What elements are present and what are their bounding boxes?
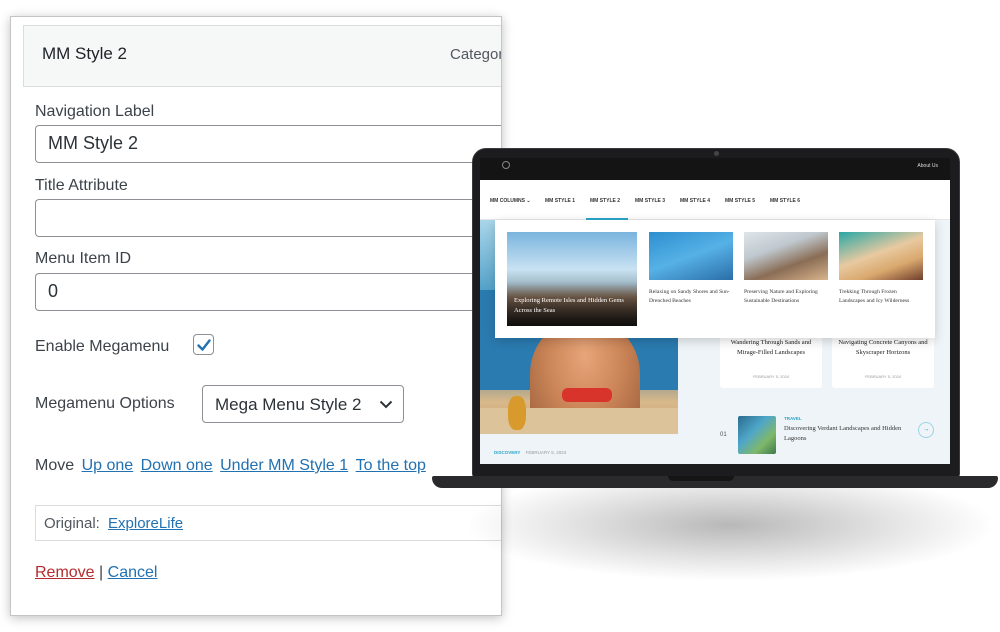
nav-item-mm-style-6[interactable]: MM STYLE 6 (770, 198, 800, 204)
preview-top-bar: About Us (480, 158, 950, 180)
mega-menu-card[interactable]: Trekking Through Frozen Landscapes and I… (839, 232, 923, 306)
navigation-label-input[interactable]: MM Style 2 (35, 125, 501, 163)
hero-pineapple (508, 396, 526, 430)
mega-card-title: Relaxing on Sandy Shores and Sun-Drenche… (649, 289, 730, 305)
featured-post-title: Exploring Remote Isles and Hidden Gems A… (514, 297, 624, 315)
website-preview-screen: About Us MM COLUMNS ⌄ MM STYLE 1 MM STYL… (480, 158, 950, 464)
mega-menu-card[interactable]: Preserving Nature and Exploring Sustaina… (744, 232, 828, 306)
actions-separator: | (99, 564, 104, 581)
post-card-date: FEBRUARY 5, 2024 (864, 374, 902, 379)
menu-item-id-input[interactable]: 0 (35, 273, 501, 311)
menu-item-title: MM Style 2 (42, 44, 128, 63)
item-actions: Remove | Cancel (35, 564, 157, 582)
chevron-down-icon (379, 400, 393, 409)
list-item-number: 01 (720, 432, 727, 438)
move-down-one-link[interactable]: Down one (141, 457, 213, 474)
hero-category[interactable]: DISCOVERY (494, 450, 520, 455)
original-label: Original: (44, 515, 100, 532)
hero-meta: DISCOVERY FEBRUARY 5, 2024 (494, 450, 566, 455)
megamenu-options-select[interactable]: Mega Menu Style 2 (202, 385, 404, 423)
move-to-top-link[interactable]: To the top (356, 457, 426, 474)
post-card-title: Navigating Concrete Canyons and Skyscrap… (838, 339, 928, 356)
move-label: Move (35, 457, 75, 474)
nav-item-mm-columns[interactable]: MM COLUMNS ⌄ (490, 198, 531, 204)
list-item-category[interactable]: TRAVEL (784, 416, 802, 421)
remove-link[interactable]: Remove (35, 564, 95, 581)
navigation-label-label: Navigation Label (35, 103, 155, 120)
preview-navbar: MM COLUMNS ⌄ MM STYLE 1 MM STYLE 2 MM ST… (480, 180, 950, 220)
move-under-link[interactable]: Under MM Style 1 (220, 457, 348, 474)
menu-item-header[interactable]: MM Style 2 Category (23, 25, 501, 87)
move-links: Move Up one Down one Under MM Style 1 To… (35, 457, 426, 475)
about-link[interactable]: About Us (917, 163, 938, 169)
list-item-thumbnail (738, 416, 776, 454)
menu-item-type: Category (450, 46, 501, 63)
composite-stage: MM Style 2 Category Navigation Label MM … (0, 0, 1000, 632)
checkmark-icon (197, 339, 211, 351)
megamenu-options-label: Megamenu Options (35, 395, 175, 412)
title-attribute-input[interactable] (35, 199, 501, 237)
mega-card-image (649, 232, 733, 280)
post-card-date: FEBRUARY 5, 2024 (752, 374, 790, 379)
list-item-title[interactable]: Discovering Verdant Landscapes and Hidde… (784, 424, 908, 445)
mega-menu-featured-post[interactable]: Exploring Remote Isles and Hidden Gems A… (507, 232, 637, 326)
camera-icon (714, 151, 719, 156)
nav-item-mm-style-5[interactable]: MM STYLE 5 (725, 198, 755, 204)
menu-item-settings-panel: MM Style 2 Category Navigation Label MM … (10, 16, 502, 616)
hero-date: FEBRUARY 5, 2024 (525, 450, 567, 455)
menu-item-id-label: Menu Item ID (35, 250, 132, 267)
mega-menu-card[interactable]: Relaxing on Sandy Shores and Sun-Drenche… (649, 232, 733, 306)
nav-item-mm-style-1[interactable]: MM STYLE 1 (545, 198, 575, 204)
original-link[interactable]: ExploreLife (108, 515, 183, 532)
mega-card-title: Preserving Nature and Exploring Sustaina… (744, 289, 818, 305)
arrow-right-icon[interactable]: → (918, 422, 934, 438)
mega-card-title: Trekking Through Frozen Landscapes and I… (839, 289, 910, 305)
mega-card-image (744, 232, 828, 280)
list-item[interactable]: 01 TRAVEL Discovering Verdant Landscapes… (700, 410, 950, 454)
laptop-notch (668, 476, 734, 481)
hero-swimsuit (562, 388, 612, 402)
cancel-link[interactable]: Cancel (108, 564, 158, 581)
search-icon[interactable] (502, 161, 510, 169)
enable-megamenu-checkbox[interactable] (193, 334, 214, 355)
enable-megamenu-label: Enable Megamenu (35, 338, 170, 355)
mega-card-image (839, 232, 923, 280)
nav-item-mm-style-3[interactable]: MM STYLE 3 (635, 198, 665, 204)
move-up-one-link[interactable]: Up one (82, 457, 134, 474)
nav-item-mm-style-4[interactable]: MM STYLE 4 (680, 198, 710, 204)
mega-menu-dropdown: Exploring Remote Isles and Hidden Gems A… (495, 220, 935, 338)
title-attribute-label: Title Attribute (35, 177, 128, 194)
megamenu-options-value: Mega Menu Style 2 (215, 395, 362, 414)
original-link-box: Original: ExploreLife (35, 505, 501, 541)
nav-item-mm-style-2[interactable]: MM STYLE 2 (590, 198, 620, 204)
post-card-title: Wandering Through Sands and Mirage-Fille… (730, 339, 812, 356)
